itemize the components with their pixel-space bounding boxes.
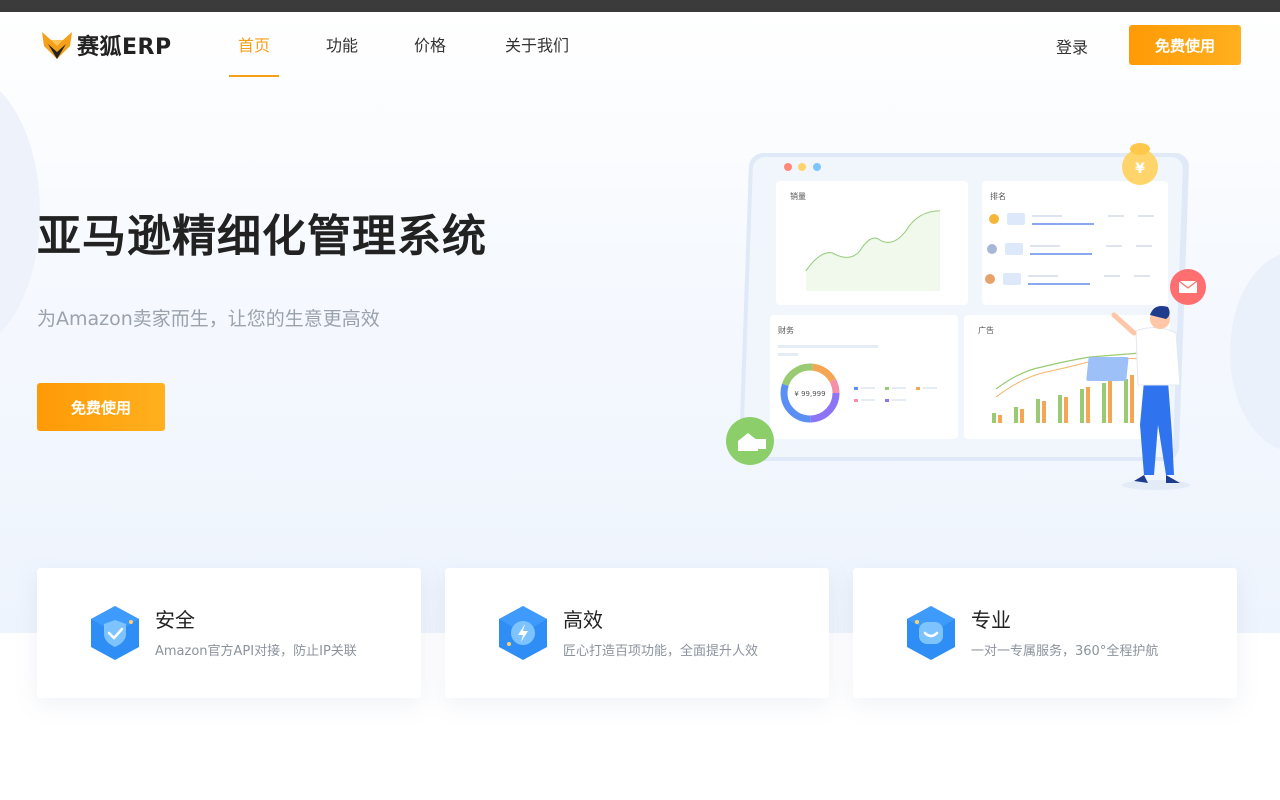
feature-card-efficiency: 高效 匠心打造百项功能，全面提升人效: [445, 568, 829, 698]
nav-item-features[interactable]: 功能: [325, 34, 359, 58]
coin-bag-symbol: ¥: [1135, 161, 1145, 177]
nav-active-indicator: [229, 75, 279, 77]
panel-ranking-label: 排名: [990, 191, 1006, 201]
hero-subtitle: 为Amazon卖家而生，让您的生意更高效: [37, 308, 380, 330]
panel-sales-label: 销量: [790, 191, 806, 201]
feature-desc: 匠心打造百项功能，全面提升人效: [563, 644, 759, 659]
lightning-icon: [499, 606, 547, 660]
browser-top-bar: [0, 0, 1280, 12]
panel-finance-label: 财务: [778, 325, 794, 335]
panel-ads-label: 广告: [978, 325, 994, 335]
brand-name: 赛狐ERP: [77, 35, 172, 60]
feature-card-professional: 专业 一对一专属服务，360°全程护航: [853, 568, 1237, 698]
feature-card-security: 安全 Amazon官方API对接，防止IP关联: [37, 568, 421, 698]
feature-title: 高效: [563, 608, 603, 632]
finance-amount: ¥ 99,999: [794, 390, 825, 398]
login-link[interactable]: 登录: [1056, 34, 1088, 58]
feature-desc: 一对一专属服务，360°全程护航: [971, 644, 1159, 659]
nav-item-home[interactable]: 首页: [237, 34, 271, 58]
smile-chat-icon: [907, 606, 955, 660]
nav-free-trial-button[interactable]: 免费使用: [1129, 25, 1241, 65]
hero-title: 亚马逊精细化管理系统: [37, 211, 487, 262]
feature-title: 专业: [971, 608, 1011, 632]
nav-item-about[interactable]: 关于我们: [503, 34, 571, 58]
feature-desc: Amazon官方API对接，防止IP关联: [155, 644, 357, 659]
hero-free-trial-button[interactable]: 免费使用: [37, 383, 165, 431]
dashboard-illustration: 销量 排名 财务 ¥ 99,999 广告 ¥: [726, 143, 1206, 490]
fox-logo-icon: [42, 32, 72, 59]
shield-check-icon: [91, 606, 139, 660]
nav-item-pricing[interactable]: 价格: [413, 34, 447, 58]
brand-logo[interactable]: 赛狐ERP: [40, 27, 172, 63]
top-navigation: 赛狐ERP 首页 功能 价格 关于我们 登录 免费使用: [0, 12, 1280, 78]
feature-title: 安全: [155, 608, 195, 632]
